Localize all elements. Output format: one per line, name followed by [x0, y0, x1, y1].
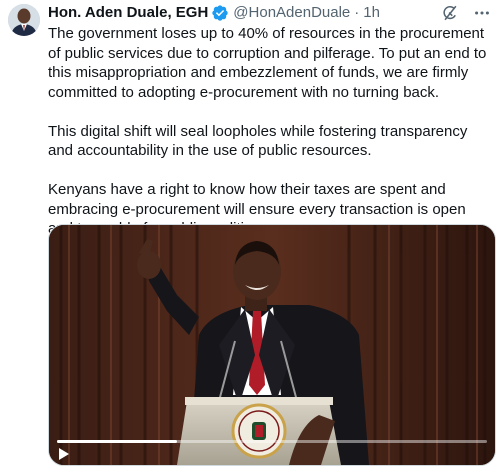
tweet-header: Hon. Aden Duale, EGH @HonAdenDuale · 1h	[48, 3, 492, 23]
avatar[interactable]	[8, 4, 40, 36]
grok-icon[interactable]	[440, 3, 460, 23]
video-player[interactable]	[48, 224, 496, 466]
author-name[interactable]: Hon. Aden Duale, EGH	[48, 3, 208, 23]
timestamp[interactable]: 1h	[363, 3, 380, 23]
more-icon[interactable]	[472, 3, 492, 23]
tweet-paragraph: The government loses up to 40% of resour…	[48, 25, 487, 101]
video-controls	[57, 447, 487, 461]
author-handle[interactable]: @HonAdenDuale	[233, 3, 350, 23]
tweet[interactable]: Hon. Aden Duale, EGH @HonAdenDuale · 1h	[0, 0, 500, 466]
separator-dot: ·	[354, 4, 360, 21]
video-progress-fill	[57, 440, 178, 443]
video-progress-bar[interactable]	[57, 440, 487, 443]
verified-badge-icon[interactable]	[211, 4, 229, 22]
play-icon[interactable]	[57, 447, 71, 461]
avatar-photo	[8, 4, 40, 36]
tweet-text: The government loses up to 40% of resour…	[48, 24, 492, 258]
video-frame	[49, 225, 495, 465]
tweet-paragraph: This digital shift will seal loopholes w…	[48, 122, 468, 160]
